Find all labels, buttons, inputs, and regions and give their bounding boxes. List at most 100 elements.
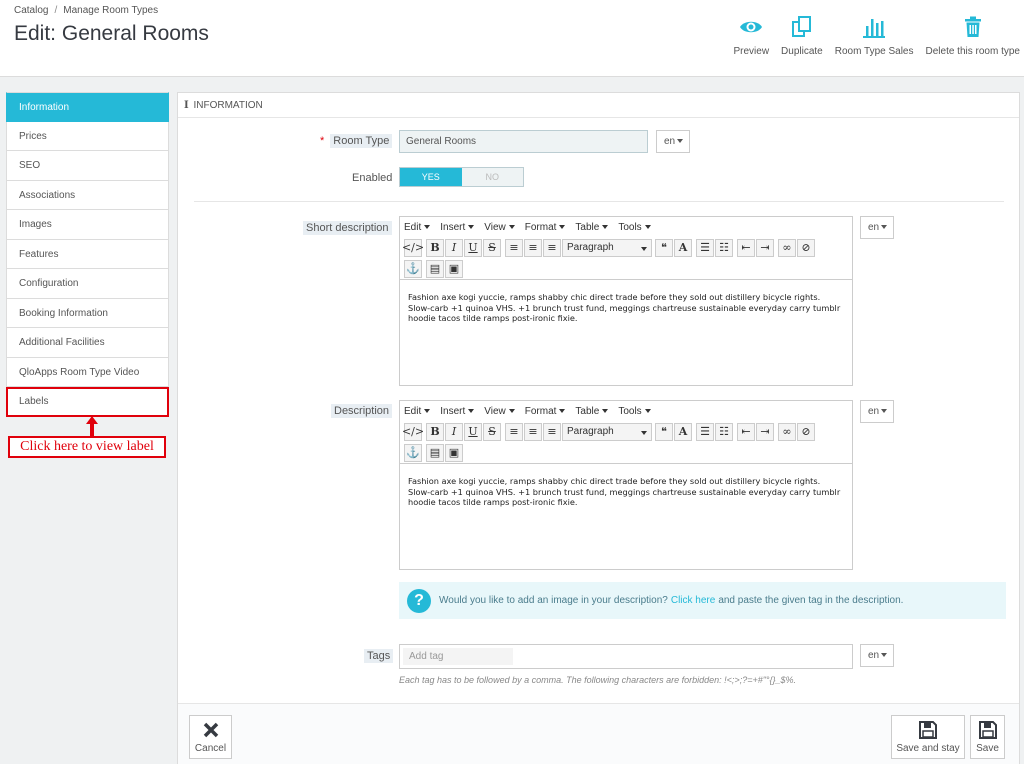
blockquote-icon[interactable]: ❝ (655, 238, 673, 257)
indent-icon[interactable]: ⇥ (756, 238, 774, 257)
image-icon[interactable]: ▣ (445, 443, 463, 462)
enabled-switch[interactable]: YES NO (399, 167, 524, 187)
sidebar-item-seo[interactable]: SEO (6, 151, 169, 181)
save-button[interactable]: Save (970, 715, 1005, 759)
delete-room-type-button[interactable]: Delete this room type (925, 14, 1021, 57)
duplicate-button[interactable]: Duplicate (781, 14, 823, 57)
chevron-down-icon (424, 408, 431, 413)
sidebar-item-features[interactable]: Features (6, 239, 169, 269)
align-right-icon[interactable]: ≡ (543, 422, 561, 441)
sidebar-item-associations[interactable]: Associations (6, 180, 169, 210)
menu-format[interactable]: Format (525, 406, 566, 417)
menu-tools[interactable]: Tools (618, 222, 651, 233)
breadcrumb-catalog[interactable]: Catalog (14, 5, 48, 16)
align-center-icon[interactable]: ≡ (524, 238, 542, 257)
sidebar-item-labels[interactable]: Labels (6, 387, 169, 417)
sidebar-item-booking-information[interactable]: Booking Information (6, 298, 169, 328)
save-and-stay-button[interactable]: Save and stay (891, 715, 965, 759)
image-hint-text-before: Would you like to add an image in your d… (439, 595, 668, 606)
block-format-select[interactable]: Paragraph (562, 238, 652, 257)
numbered-list-icon[interactable]: ☷ (715, 238, 733, 257)
close-icon (203, 722, 218, 738)
room-type-sales-button[interactable]: Room Type Sales (835, 14, 914, 57)
outdent-icon[interactable]: ⇤ (737, 422, 755, 441)
italic-icon[interactable]: I (445, 238, 463, 257)
enabled-yes-option[interactable]: YES (400, 168, 462, 186)
media-icon[interactable]: ▤ (426, 443, 444, 462)
menu-format[interactable]: Format (525, 222, 566, 233)
sidebar-item-images[interactable]: Images (6, 210, 169, 240)
breadcrumb-manage-room-types[interactable]: Manage Room Types (63, 5, 158, 16)
link-icon[interactable]: ∞ (778, 238, 796, 257)
text-color-icon[interactable]: A (674, 422, 692, 441)
information-panel: i INFORMATION * Room Type General Rooms e… (177, 92, 1020, 764)
align-right-icon[interactable]: ≡ (543, 238, 561, 257)
breadcrumb: Catalog / Manage Room Types (14, 5, 158, 16)
menu-edit[interactable]: Edit (404, 222, 431, 233)
enabled-no-option[interactable]: NO (461, 168, 523, 186)
delete-room-type-label: Delete this room type (925, 46, 1021, 57)
underline-icon[interactable]: U (464, 238, 482, 257)
menu-insert[interactable]: Insert (440, 406, 475, 417)
duplicate-label: Duplicate (781, 46, 823, 57)
floppy-disk-icon (919, 721, 937, 739)
bullet-list-icon[interactable]: ☰ (696, 238, 714, 257)
floppy-disk-icon (978, 721, 997, 739)
short-description-lang-dropdown[interactable]: en (860, 216, 894, 239)
numbered-list-icon[interactable]: ☷ (715, 422, 733, 441)
outdent-icon[interactable]: ⇤ (737, 238, 755, 257)
tags-input[interactable]: Add tag (399, 644, 853, 669)
tags-label-text: Tags (364, 649, 394, 663)
block-format-select[interactable]: Paragraph (562, 422, 652, 441)
underline-icon[interactable]: U (464, 422, 482, 441)
align-left-icon[interactable]: ≡ (505, 422, 523, 441)
bullet-list-icon[interactable]: ☰ (696, 422, 714, 441)
cancel-label: Cancel (194, 743, 227, 754)
tags-help-text: Each tag has to be followed by a comma. … (399, 675, 797, 685)
bold-icon[interactable]: B (426, 422, 444, 441)
menu-tools[interactable]: Tools (618, 406, 651, 417)
indent-icon[interactable]: ⇥ (756, 422, 774, 441)
strikethrough-icon[interactable]: S (483, 422, 501, 441)
unlink-icon[interactable]: ⊘ (797, 238, 815, 257)
editor-toolbar-row-2: ⚓ ▤ ▣ (400, 442, 852, 463)
menu-view[interactable]: View (484, 406, 515, 417)
image-icon[interactable]: ▣ (445, 259, 463, 278)
menu-table[interactable]: Table (575, 222, 609, 233)
short-description-content[interactable]: Fashion axe kogi yuccie, ramps shabby ch… (400, 279, 852, 379)
chevron-down-icon (508, 224, 515, 229)
sidebar-item-information[interactable]: Information (6, 92, 169, 122)
sidebar-item-additional-facilities[interactable]: Additional Facilities (6, 328, 169, 358)
menu-view[interactable]: View (484, 222, 515, 233)
strikethrough-icon[interactable]: S (483, 238, 501, 257)
link-icon[interactable]: ∞ (778, 422, 796, 441)
menu-insert[interactable]: Insert (440, 222, 475, 233)
room-type-lang-dropdown[interactable]: en (656, 130, 690, 153)
room-type-label-text: Room Type (330, 134, 393, 148)
source-code-icon[interactable]: </> (402, 238, 424, 257)
menu-table[interactable]: Table (575, 406, 609, 417)
sidebar-item-room-type-video[interactable]: QloApps Room Type Video (6, 357, 169, 387)
unlink-icon[interactable]: ⊘ (797, 422, 815, 441)
text-color-icon[interactable]: A (674, 238, 692, 257)
menu-edit[interactable]: Edit (404, 406, 431, 417)
anchor-icon[interactable]: ⚓ (404, 443, 422, 462)
align-left-icon[interactable]: ≡ (505, 238, 523, 257)
sidebar-item-prices[interactable]: Prices (6, 121, 169, 151)
description-lang-dropdown[interactable]: en (860, 400, 894, 423)
source-code-icon[interactable]: </> (402, 422, 424, 441)
anchor-icon[interactable]: ⚓ (404, 259, 422, 278)
italic-icon[interactable]: I (445, 422, 463, 441)
description-content[interactable]: Fashion axe kogi yuccie, ramps shabby ch… (400, 463, 852, 567)
short-description-editor: Edit Insert View Format Table Tools </> … (399, 216, 853, 386)
cancel-button[interactable]: Cancel (189, 715, 232, 759)
image-hint-link[interactable]: Click here (671, 595, 715, 606)
bold-icon[interactable]: B (426, 238, 444, 257)
sidebar-item-configuration[interactable]: Configuration (6, 269, 169, 299)
media-icon[interactable]: ▤ (426, 259, 444, 278)
align-center-icon[interactable]: ≡ (524, 422, 542, 441)
tags-lang-dropdown[interactable]: en (860, 644, 894, 667)
blockquote-icon[interactable]: ❝ (655, 422, 673, 441)
room-type-input[interactable]: General Rooms (399, 130, 648, 153)
preview-button[interactable]: Preview (733, 14, 769, 57)
